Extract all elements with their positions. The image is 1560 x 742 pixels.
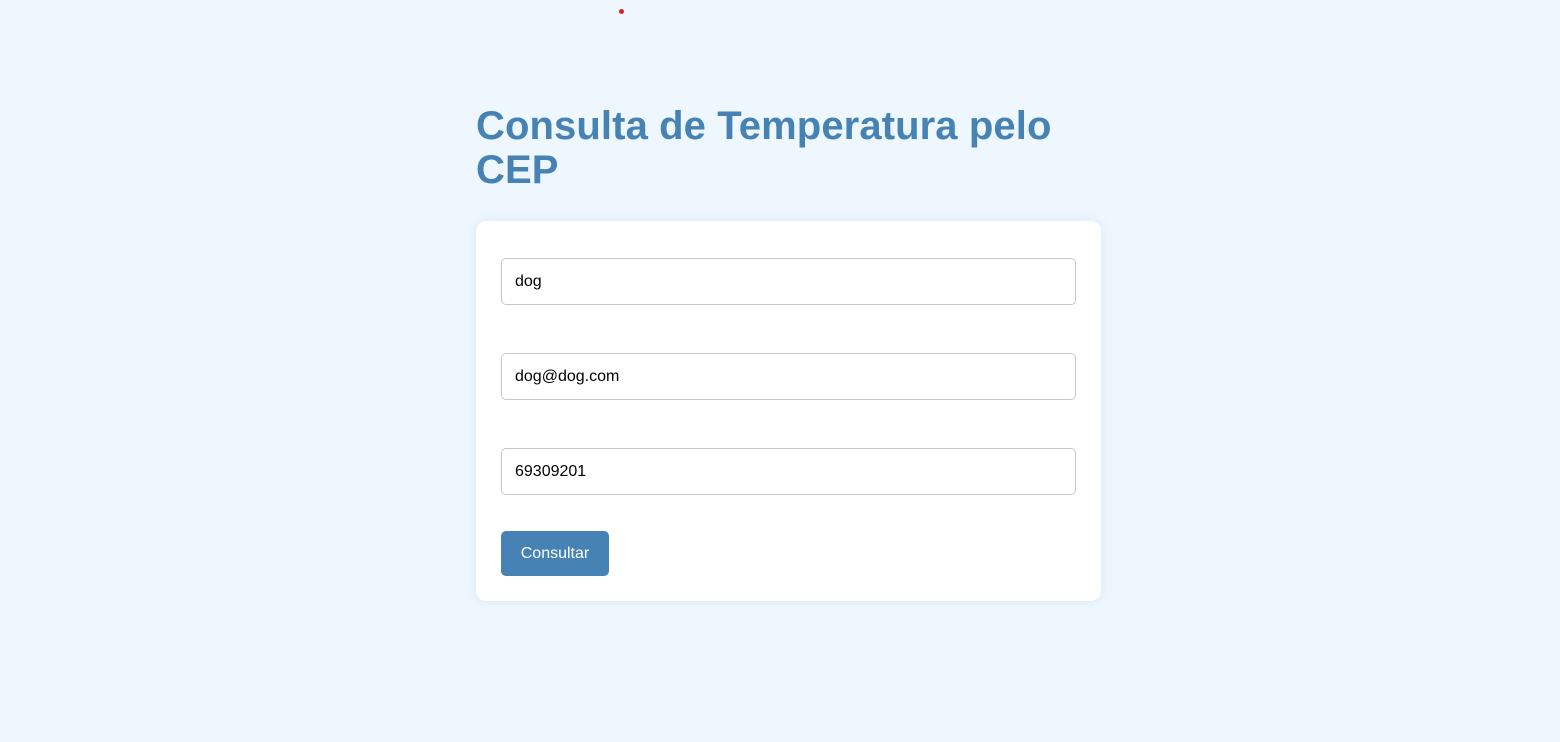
cursor-dot — [619, 9, 624, 14]
consultar-button[interactable]: Consultar — [501, 531, 609, 576]
page-title: Consulta de Temperatura pelo CEP — [476, 104, 1052, 192]
email-input[interactable] — [501, 353, 1076, 400]
name-input[interactable] — [501, 258, 1076, 305]
consulta-form: Consultar — [476, 221, 1101, 601]
main-container: Consulta de Temperatura pelo CEP Consult… — [476, 104, 1101, 601]
cep-input[interactable] — [501, 448, 1076, 495]
